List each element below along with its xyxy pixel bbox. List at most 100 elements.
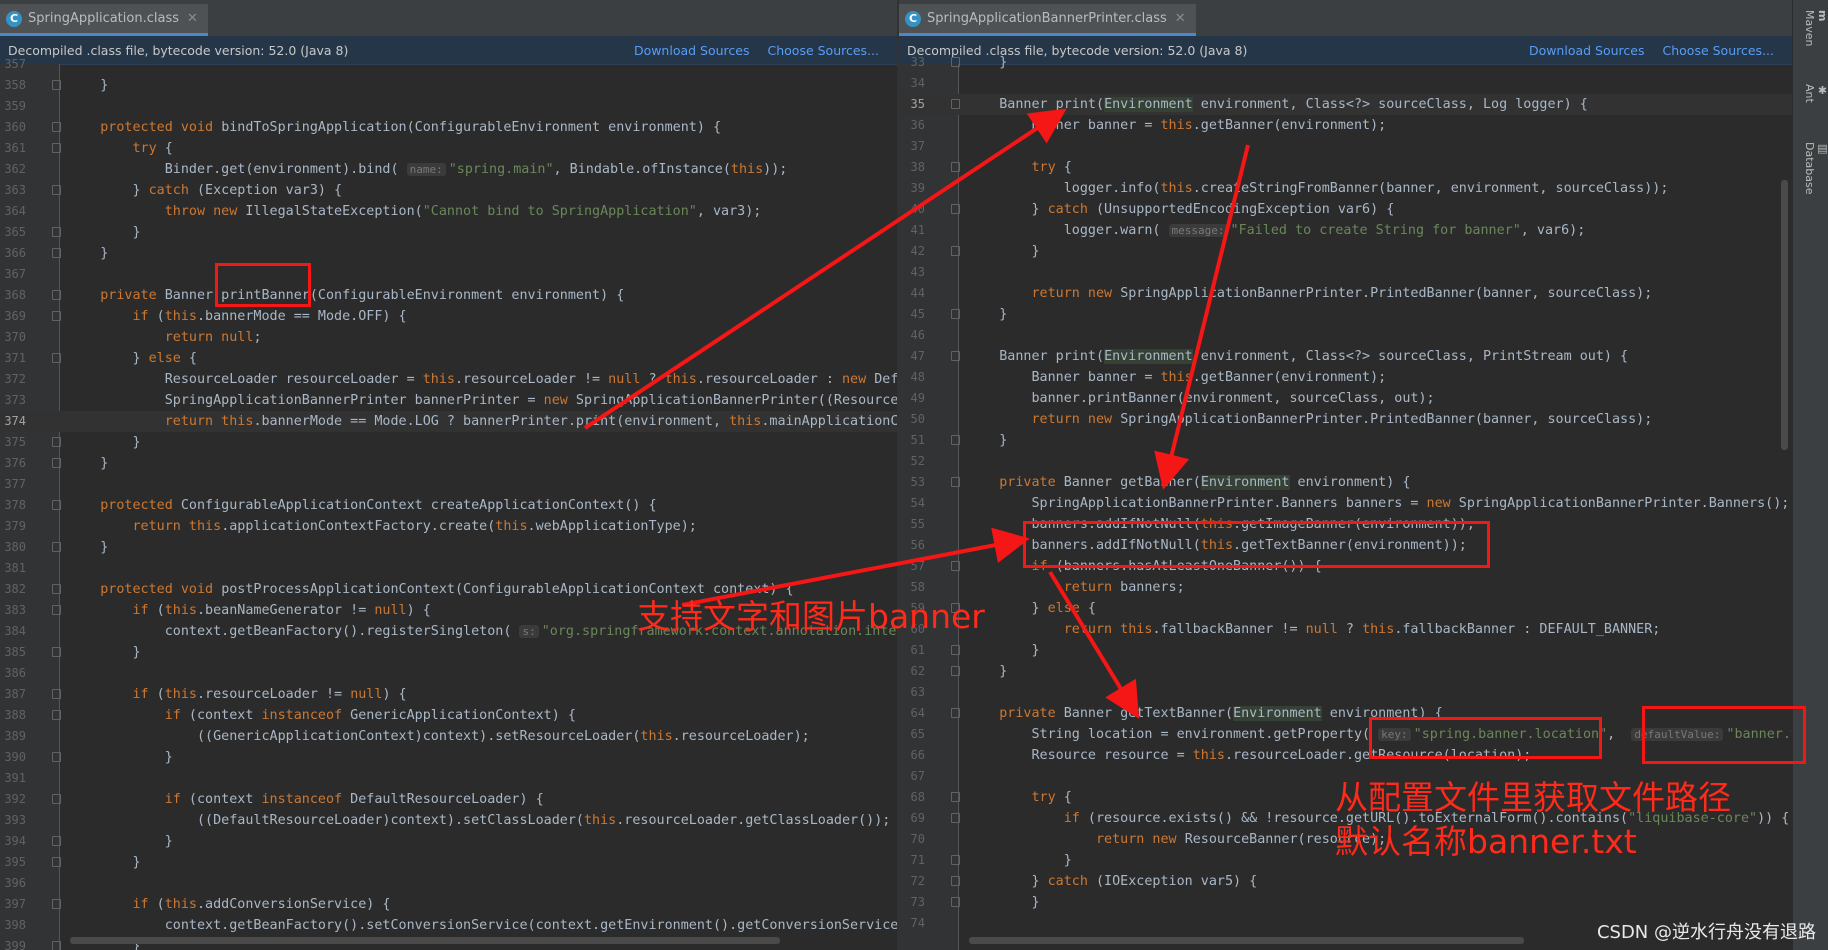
code-text[interactable]: } catch (UnsupportedEncodingException va… <box>967 199 1394 220</box>
line-number[interactable]: 68 <box>899 787 925 808</box>
code-line[interactable]: 369 if (this.bannerMode == Mode.OFF) { <box>0 306 897 327</box>
line-number[interactable]: 389 <box>0 726 26 747</box>
code-line[interactable]: 372 ResourceLoader resourceLoader = this… <box>0 369 897 390</box>
line-number[interactable]: 388 <box>0 705 26 726</box>
fold-marker-icon[interactable] <box>951 813 960 823</box>
code-line[interactable]: 368 private Banner printBanner(Configura… <box>0 285 897 306</box>
code-line[interactable]: 61 } <box>899 640 1792 661</box>
line-number[interactable]: 394 <box>0 831 26 852</box>
code-text[interactable]: return this.bannerMode == Mode.LOG ? ban… <box>68 411 897 432</box>
code-text[interactable]: } <box>967 850 1072 871</box>
code-text[interactable]: return new SpringApplicationBannerPrinte… <box>967 409 1653 430</box>
right-vertical-scrollbar[interactable] <box>1781 180 1788 450</box>
line-number[interactable]: 398 <box>0 915 26 936</box>
code-line[interactable]: 44 return new SpringApplicationBannerPri… <box>899 283 1792 304</box>
line-number[interactable]: 38 <box>899 157 925 178</box>
line-number[interactable]: 50 <box>899 409 925 430</box>
line-number[interactable]: 364 <box>0 201 26 222</box>
left-horizontal-scrollbar[interactable] <box>70 937 780 944</box>
code-line[interactable]: 34 <box>899 73 1792 94</box>
code-text[interactable]: if (this.resourceLoader != null) { <box>68 684 407 705</box>
fold-marker-icon[interactable] <box>52 899 61 909</box>
fold-marker-icon[interactable] <box>951 666 960 676</box>
code-line[interactable]: 386 <box>0 663 897 684</box>
code-text[interactable]: private Banner getBanner(Environment env… <box>967 472 1410 493</box>
code-line[interactable]: 358 } <box>0 75 897 96</box>
code-line[interactable]: 361 try { <box>0 138 897 159</box>
code-line[interactable]: 397 if (this.addConversionService) { <box>0 894 897 915</box>
fold-marker-icon[interactable] <box>52 353 61 363</box>
fold-marker-icon[interactable] <box>52 710 61 720</box>
fold-marker-icon[interactable] <box>951 708 960 718</box>
code-text[interactable]: if (this.beanNameGenerator != null) { <box>68 600 431 621</box>
code-text[interactable]: } <box>967 661 1007 682</box>
line-number[interactable]: 378 <box>0 495 26 516</box>
line-number[interactable]: 49 <box>899 388 925 409</box>
line-number[interactable]: 45 <box>899 304 925 325</box>
line-number[interactable]: 366 <box>0 243 26 264</box>
code-line[interactable]: 393 ((DefaultResourceLoader)context).set… <box>0 810 897 831</box>
line-number[interactable]: 374 <box>0 411 26 432</box>
fold-marker-icon[interactable] <box>52 500 61 510</box>
code-text[interactable]: } <box>967 430 1007 451</box>
code-text[interactable]: } <box>68 75 108 96</box>
line-number[interactable]: 362 <box>0 159 26 180</box>
code-line[interactable]: 370 return null; <box>0 327 897 348</box>
code-line[interactable]: 40 } catch (UnsupportedEncodingException… <box>899 199 1792 220</box>
line-number[interactable]: 51 <box>899 430 925 451</box>
line-number[interactable]: 46 <box>899 325 925 346</box>
line-number[interactable]: 39 <box>899 178 925 199</box>
tab-spring-application[interactable]: C SpringApplication.class ✕ <box>0 4 208 36</box>
line-number[interactable]: 370 <box>0 327 26 348</box>
code-text[interactable]: logger.info(this.createStringFromBanner(… <box>967 178 1669 199</box>
line-number[interactable]: 367 <box>0 264 26 285</box>
line-number[interactable]: 390 <box>0 747 26 768</box>
code-line[interactable]: 376 } <box>0 453 897 474</box>
code-text[interactable]: banner.printBanner(environment, sourceCl… <box>967 388 1434 409</box>
code-line[interactable]: 59 } else { <box>899 598 1792 619</box>
line-number[interactable]: 358 <box>0 75 26 96</box>
fold-marker-icon[interactable] <box>951 561 960 571</box>
line-number[interactable]: 373 <box>0 390 26 411</box>
line-number[interactable]: 65 <box>899 724 925 745</box>
fold-marker-icon[interactable] <box>951 57 960 67</box>
code-line[interactable]: 357 <box>0 54 897 75</box>
line-number[interactable]: 385 <box>0 642 26 663</box>
code-line[interactable]: 359 <box>0 96 897 117</box>
line-number[interactable]: 387 <box>0 684 26 705</box>
line-number[interactable]: 359 <box>0 96 26 117</box>
fold-marker-icon[interactable] <box>951 246 960 256</box>
fold-marker-icon[interactable] <box>951 876 960 886</box>
line-number[interactable]: 376 <box>0 453 26 474</box>
code-line[interactable]: 395 } <box>0 852 897 873</box>
line-number[interactable]: 53 <box>899 472 925 493</box>
code-line[interactable]: 33 } <box>899 52 1792 73</box>
code-line[interactable]: 45 } <box>899 304 1792 325</box>
fold-marker-icon[interactable] <box>52 689 61 699</box>
code-line[interactable]: 364 throw new IllegalStateException("Can… <box>0 201 897 222</box>
code-text[interactable]: } catch (IOException var5) { <box>967 871 1257 892</box>
code-text[interactable]: } <box>68 852 140 873</box>
line-number[interactable]: 69 <box>899 808 925 829</box>
code-line[interactable]: 365 } <box>0 222 897 243</box>
close-tab-icon[interactable]: ✕ <box>1175 11 1186 26</box>
code-text[interactable]: return new SpringApplicationBannerPrinte… <box>967 283 1653 304</box>
code-line[interactable]: 58 return banners; <box>899 577 1792 598</box>
line-number[interactable]: 64 <box>899 703 925 724</box>
fold-marker-icon[interactable] <box>951 309 960 319</box>
code-text[interactable]: throw new IllegalStateException("Cannot … <box>68 201 762 222</box>
line-number[interactable]: 71 <box>899 850 925 871</box>
code-line[interactable]: 374 return this.bannerMode == Mode.LOG ?… <box>0 411 897 432</box>
line-number[interactable]: 396 <box>0 873 26 894</box>
code-line[interactable]: 41 logger.warn( message: "Failed to creat… <box>899 220 1792 241</box>
line-number[interactable]: 62 <box>899 661 925 682</box>
code-line[interactable]: 363 } catch (Exception var3) { <box>0 180 897 201</box>
code-line[interactable]: 367 <box>0 264 897 285</box>
code-text[interactable]: ResourceLoader resourceLoader = this.res… <box>68 369 897 390</box>
code-text[interactable]: if (this.bannerMode == Mode.OFF) { <box>68 306 407 327</box>
code-line[interactable]: 48 Banner banner = this.getBanner(enviro… <box>899 367 1792 388</box>
code-text[interactable]: Banner print(Environment environment, Cl… <box>967 346 1628 367</box>
code-line[interactable]: 371 } else { <box>0 348 897 369</box>
code-text[interactable]: return banners; <box>967 577 1185 598</box>
fold-marker-icon[interactable] <box>52 542 61 552</box>
